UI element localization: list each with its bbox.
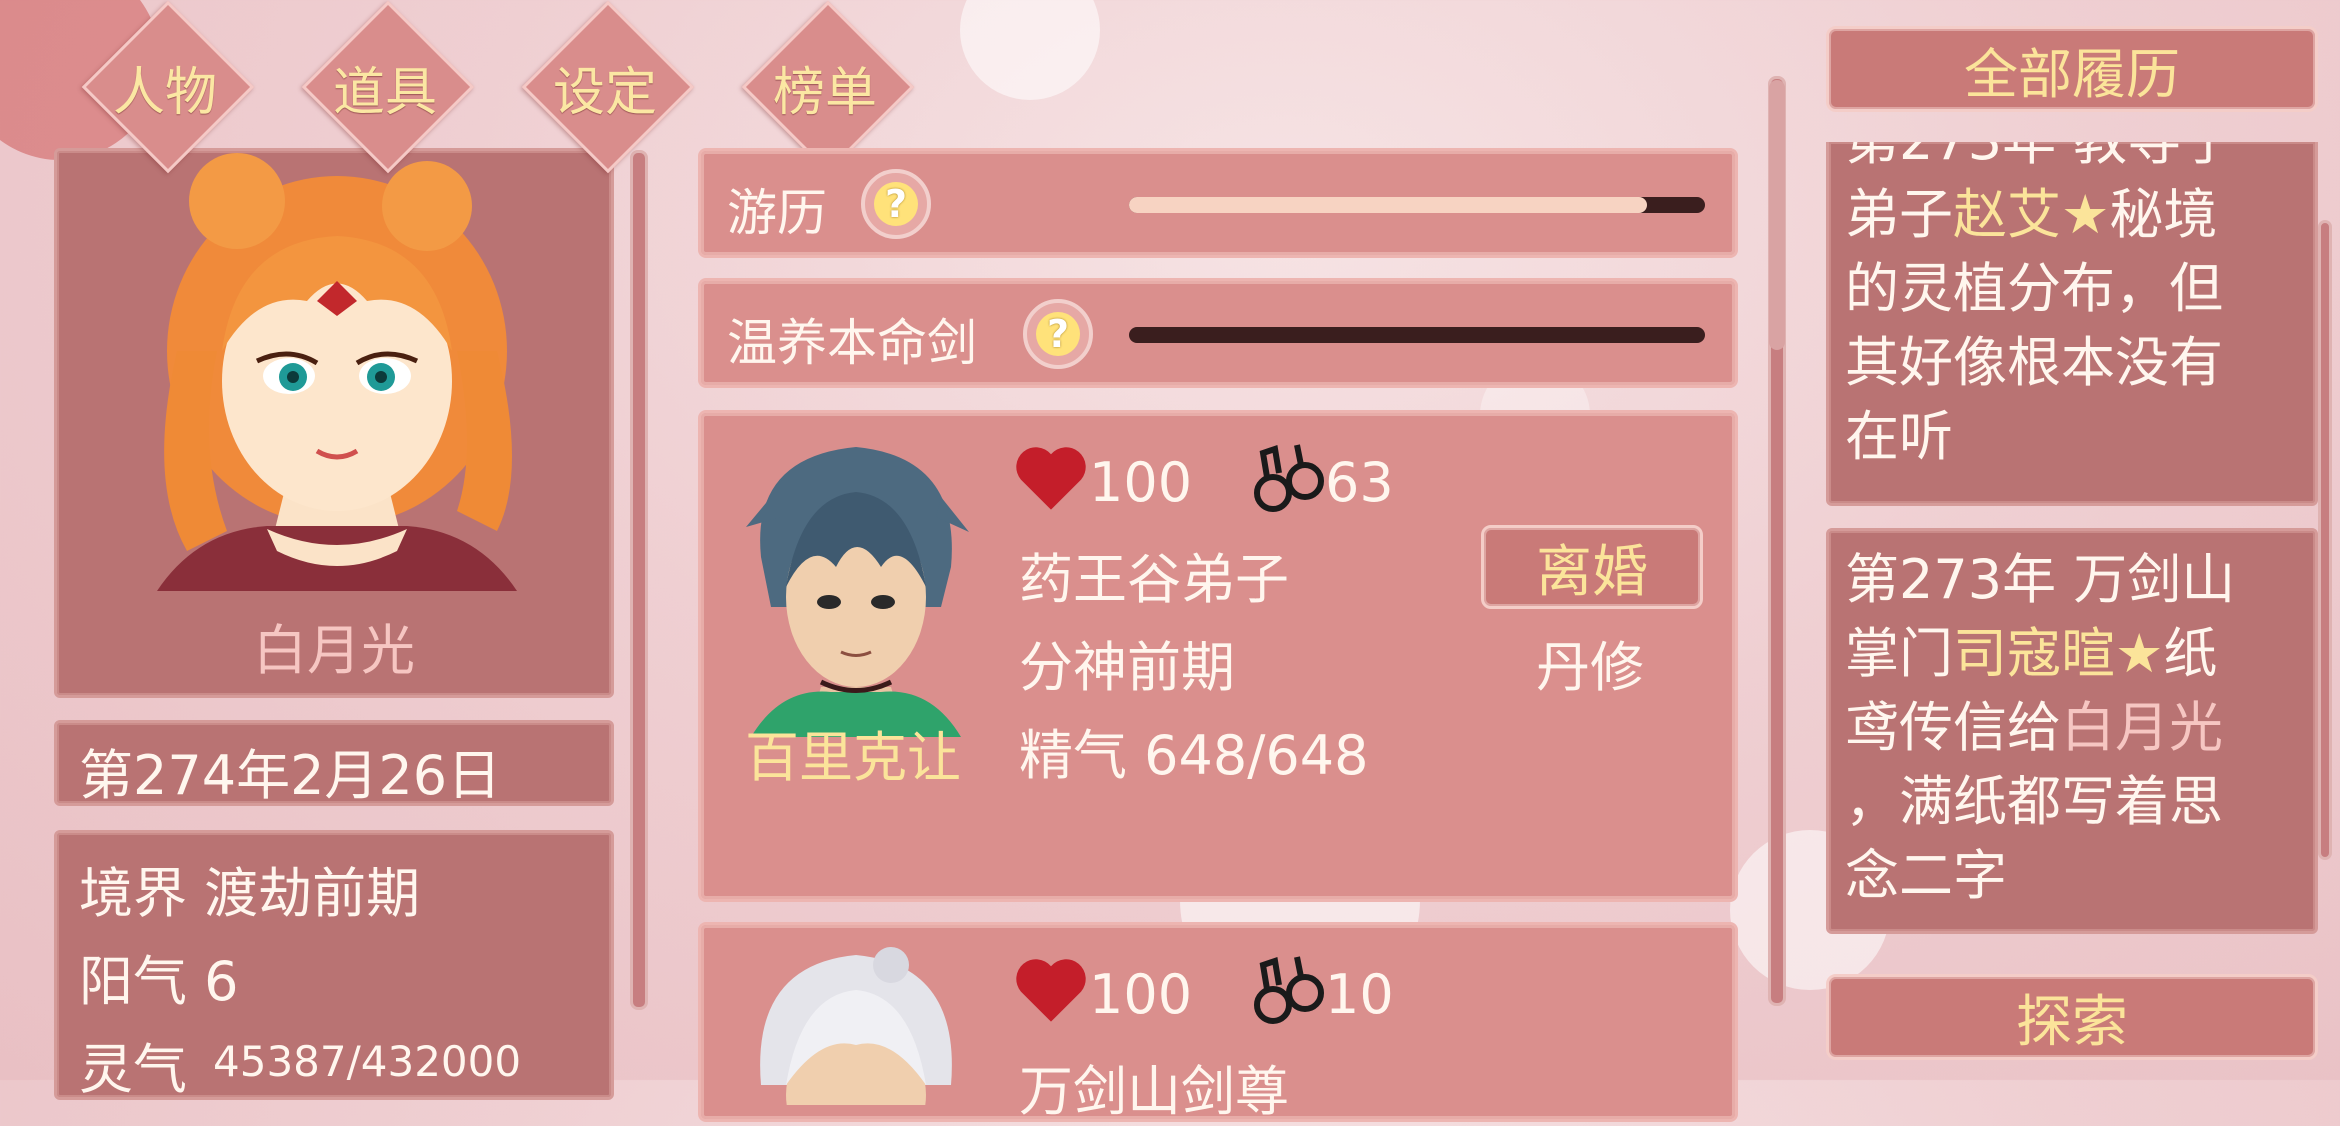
companion-card[interactable]: 百里克让 100 63 药王谷弟子 分神前期 精气 648/648 离婚 丹修	[698, 410, 1738, 902]
companion-portrait	[760, 947, 952, 1105]
history-text: 弟子	[1845, 183, 1953, 246]
affection-value: 100	[1089, 451, 1193, 514]
divorce-button[interactable]: 离婚	[1481, 525, 1703, 609]
portrait-panel[interactable]: 白月光	[54, 148, 614, 698]
history-line: 鸢传信给白月光	[1845, 691, 2223, 765]
spirit-stat-label: 灵气	[79, 1038, 187, 1101]
affection-value: 100	[1089, 963, 1193, 1026]
companion-essence: 精气 648/648	[1019, 724, 1369, 787]
history-line: 在听	[1845, 405, 1953, 468]
background-flower	[960, 0, 1100, 100]
activity-progress-bar	[1129, 327, 1705, 343]
activity-label: 温养本命剑	[727, 314, 977, 372]
disciple-name-link[interactable]: 赵艾★	[1953, 183, 2109, 246]
companion-portrait	[746, 447, 969, 737]
help-icon[interactable]: ?	[1023, 299, 1093, 369]
game-date: 第274年2月26日	[79, 744, 502, 807]
yang-stat: 阳气 6	[79, 950, 239, 1013]
stats-panel: 境界 渡劫前期 阳气 6 灵气 45387/432000	[54, 830, 614, 1101]
history-text: 鸢传信给	[1845, 696, 2061, 759]
tab-label: 人物	[112, 63, 217, 123]
handcuffs-icon	[1254, 444, 1324, 512]
tab-items[interactable]: 道具	[290, 0, 480, 180]
left-scrollbar[interactable]	[630, 150, 648, 1010]
history-entry: 第273年 教导了 弟子赵艾★秘境 的灵植分布，但 其好像根本没有 在听	[1826, 142, 2318, 506]
scrollbar-handle[interactable]	[1769, 80, 1785, 350]
history-text: 纸	[2163, 622, 2218, 685]
activity-label: 游历	[727, 184, 827, 242]
companion-sect: 万剑山剑尊	[1019, 1060, 1289, 1123]
activity-progress-bar	[1129, 197, 1705, 213]
history-line: 弟子赵艾★秘境	[1845, 178, 2217, 252]
tab-settings[interactable]: 设定	[510, 0, 700, 180]
player-name: 白月光	[253, 619, 415, 682]
history-line: 念二字	[1845, 844, 2007, 907]
bond-value: 63	[1325, 451, 1394, 514]
history-line: 其好像根本没有	[1845, 331, 2223, 394]
tab-label: 榜单	[772, 63, 877, 123]
spirit-stat-value: 45387/432000	[213, 1037, 522, 1086]
activity-progress-fill	[1129, 197, 1648, 213]
heart-icon	[1016, 447, 1086, 510]
activity-row: 游历 ?	[698, 148, 1738, 258]
history-line: 第273年 教导了	[1845, 142, 2235, 178]
date-panel: 第274年2月26日	[54, 720, 614, 807]
activity-row: 温养本命剑 ?	[698, 278, 1738, 388]
sect-leader-name-link[interactable]: 司寇暄★	[1953, 622, 2163, 685]
companion-card[interactable]: 100 10 万剑山剑尊	[698, 922, 1738, 1123]
history-line: 的灵植分布，但	[1845, 257, 2223, 320]
heart-icon	[1016, 959, 1086, 1022]
history-entry: 第273年 万剑山 掌门司寇暄★纸 鸢传信给白月光 ，满纸都写着思 念二字	[1826, 528, 2318, 934]
companion-name: 百里克让	[745, 726, 961, 789]
tab-character[interactable]: 人物	[70, 0, 260, 180]
explore-button[interactable]: 探索	[1826, 974, 2318, 1060]
bond-value: 10	[1325, 963, 1394, 1026]
history-scrollbar[interactable]	[2318, 220, 2332, 860]
tab-label: 设定	[552, 63, 657, 123]
history-line: ，满纸都写着思	[1845, 770, 2223, 833]
companion-stage: 分神前期	[1019, 636, 1235, 699]
tab-label: 道具	[332, 63, 437, 123]
realm-stat: 境界 渡劫前期	[79, 862, 421, 925]
companion-sect: 药王谷弟子	[1019, 548, 1289, 611]
history-text: 掌门	[1845, 622, 1953, 685]
history-line: 掌门司寇暄★纸	[1845, 617, 2217, 691]
player-portrait	[157, 153, 517, 591]
help-icon[interactable]: ?	[861, 169, 931, 239]
history-text: 秘境	[2109, 183, 2218, 246]
all-history-button[interactable]: 全部履历	[1826, 26, 2318, 112]
companion-role: 丹修	[1536, 636, 1644, 699]
history-line: 第273年 万剑山	[1845, 548, 2236, 611]
handcuffs-icon	[1254, 956, 1324, 1024]
player-name-link[interactable]: 白月光	[2061, 696, 2223, 759]
